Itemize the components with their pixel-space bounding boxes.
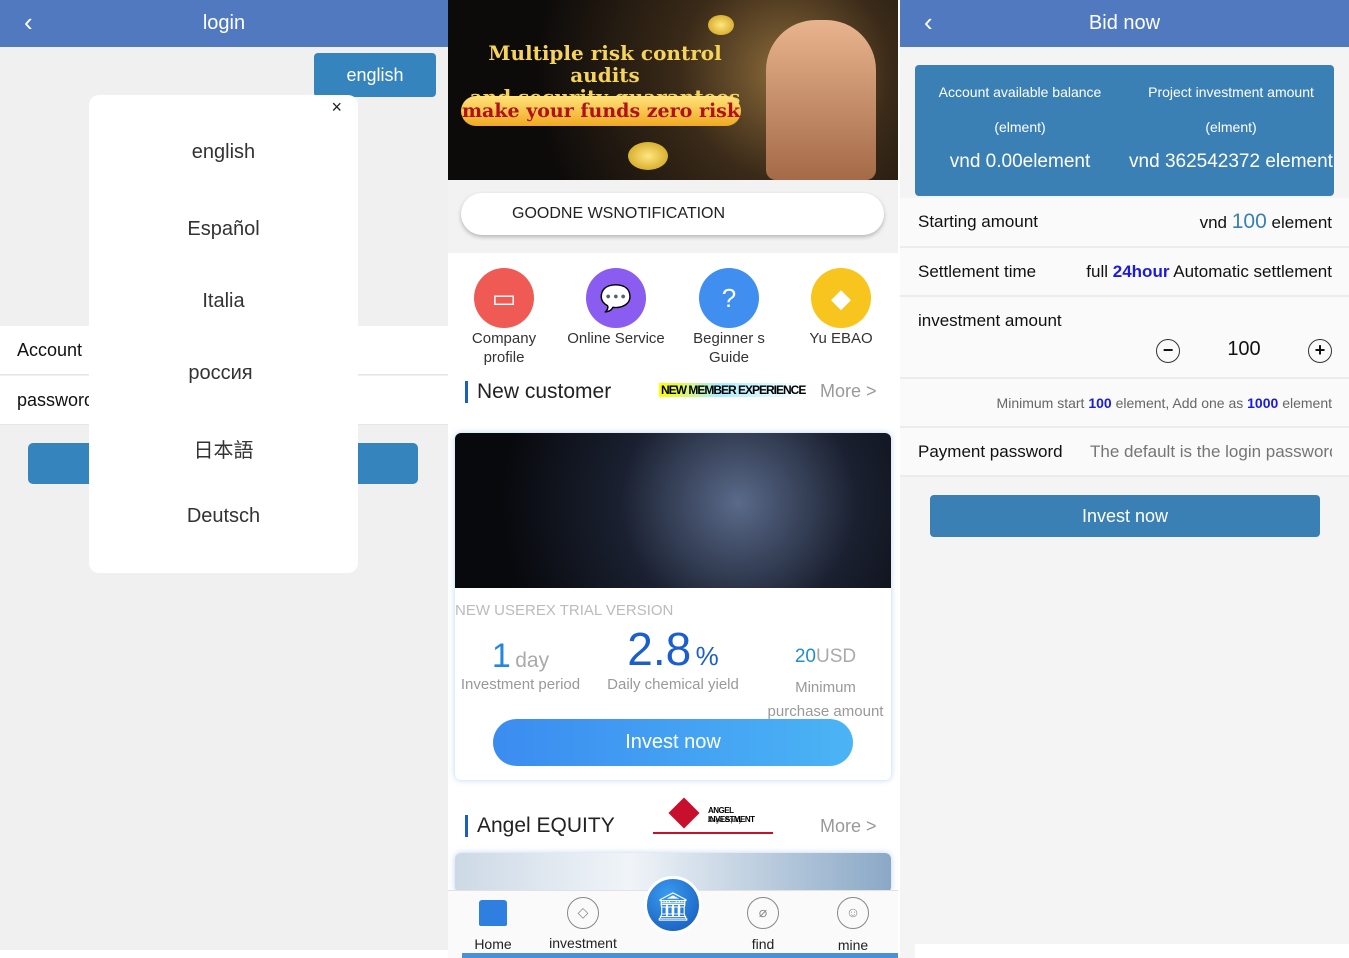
yield-unit: % bbox=[695, 641, 719, 671]
project-unit: (elment) bbox=[1205, 119, 1257, 135]
starting-amount-row: Starting amount vnd 100 element bbox=[900, 198, 1349, 248]
password-label: password bbox=[17, 390, 95, 410]
investment-amount-input[interactable]: 100 bbox=[1216, 338, 1272, 361]
balance-card: Account available balance (elment) vnd 0… bbox=[915, 65, 1334, 196]
home-screen: Multiple risk control auditsand security… bbox=[448, 0, 898, 958]
starting-value: 100 bbox=[1231, 210, 1267, 233]
minus-icon[interactable]: − bbox=[1156, 339, 1180, 363]
money-bag-icon[interactable]: ◆ bbox=[811, 268, 871, 328]
hint-row: Minimum start 100 element, Add one as 10… bbox=[900, 379, 1349, 428]
min-unit: USD bbox=[816, 646, 857, 667]
min-label: Minimum purchase amount bbox=[767, 679, 884, 720]
account-label: Account bbox=[17, 340, 83, 360]
login-screen: ‹ login english Account password × engli… bbox=[0, 0, 448, 958]
promo-banner[interactable]: Multiple risk control auditsand security… bbox=[448, 0, 898, 180]
investment-amount-row: investment amount − 100 + bbox=[900, 297, 1349, 379]
balance-unit: (elment) bbox=[994, 119, 1046, 135]
back-icon[interactable]: ‹ bbox=[24, 0, 33, 44]
payment-password-input[interactable] bbox=[1090, 438, 1332, 466]
diamond-icon: ◇ bbox=[567, 897, 599, 929]
back-icon[interactable]: ‹ bbox=[924, 0, 933, 44]
angel-logo: ANGEL INVESTMENT Angel Equity bbox=[653, 797, 773, 834]
home-icon bbox=[479, 900, 507, 926]
invest-now-button[interactable]: Invest now bbox=[493, 719, 853, 766]
more-link[interactable]: More > bbox=[820, 381, 877, 402]
language-option[interactable]: россия bbox=[86, 362, 355, 385]
header: ‹ login bbox=[0, 0, 448, 47]
chat-icon[interactable]: 💬 bbox=[586, 268, 646, 328]
plus-icon[interactable]: + bbox=[1308, 339, 1332, 363]
period-value: 1 bbox=[491, 637, 511, 675]
banner-line-3: make your funds zero risk bbox=[461, 96, 741, 126]
more-link[interactable]: More > bbox=[820, 816, 877, 837]
yield-value: 2.8 bbox=[627, 623, 692, 675]
language-button[interactable]: english bbox=[314, 53, 436, 97]
language-option[interactable]: Deutsch bbox=[89, 505, 358, 528]
nav-investment[interactable]: ◇ investment bbox=[538, 891, 628, 951]
company-profile-label[interactable]: Company profile bbox=[448, 329, 560, 367]
page-title: login bbox=[202, 12, 246, 34]
balance-label: Account available balance bbox=[938, 84, 1102, 100]
settlement-row: Settlement time full 24hour Automatic se… bbox=[900, 248, 1349, 297]
chess-image bbox=[455, 433, 891, 588]
header: ‹ Bid now bbox=[900, 0, 1349, 47]
period-unit: day bbox=[515, 649, 550, 672]
beginners-guide-label[interactable]: Beginner s Guide bbox=[673, 329, 785, 367]
yu-ebao-label[interactable]: Yu EBAO bbox=[785, 329, 897, 348]
product-name: NEW USEREX TRIAL VERSION bbox=[455, 602, 674, 619]
payment-password-row: Payment password bbox=[900, 428, 1349, 477]
user-icon: ☺ bbox=[837, 897, 869, 929]
close-icon[interactable]: × bbox=[331, 97, 342, 118]
min-value: 20 bbox=[794, 646, 816, 667]
online-service-label[interactable]: Online Service bbox=[560, 329, 672, 348]
period-label: Investment period bbox=[460, 676, 581, 693]
language-option[interactable]: Italia bbox=[89, 290, 358, 313]
section-title: New customer bbox=[465, 381, 611, 403]
nav-home[interactable]: Home bbox=[448, 891, 538, 952]
page-title: Bid now bbox=[1088, 12, 1161, 34]
banner-line-1: Multiple risk control audits bbox=[488, 41, 722, 87]
project-label: Project investment amount bbox=[1148, 84, 1314, 100]
notification-bar[interactable]: GOODNE WSNOTIFICATION bbox=[461, 193, 884, 235]
bid-screen: ‹ Bid now Account available balance (elm… bbox=[900, 0, 1349, 958]
new-member-logo: NEW MEMBER EXPERIENCE bbox=[659, 383, 808, 397]
compass-icon: ⌀ bbox=[747, 897, 779, 929]
briefcase-icon[interactable]: ▭ bbox=[474, 268, 534, 328]
language-option[interactable]: Español bbox=[89, 218, 358, 241]
language-modal: × english Español Italia россия 日本語 Deut… bbox=[89, 95, 358, 573]
project-value: vnd 362542372 element bbox=[1129, 151, 1333, 172]
language-option[interactable]: 日本語 bbox=[89, 434, 358, 463]
language-option[interactable]: english bbox=[89, 141, 358, 164]
nav-mine[interactable]: ☺ mine bbox=[808, 891, 898, 953]
fist-image bbox=[766, 20, 876, 180]
question-icon[interactable]: ? bbox=[699, 268, 759, 328]
bank-icon[interactable]: 🏛 bbox=[644, 876, 702, 934]
nav-find[interactable]: ⌀ find bbox=[718, 891, 808, 952]
section-title: Angel EQUITY bbox=[465, 815, 615, 837]
invest-now-button[interactable]: Invest now bbox=[930, 495, 1320, 537]
balance-value: vnd 0.00element bbox=[949, 151, 1091, 172]
yield-label: Daily chemical yield bbox=[607, 676, 739, 693]
